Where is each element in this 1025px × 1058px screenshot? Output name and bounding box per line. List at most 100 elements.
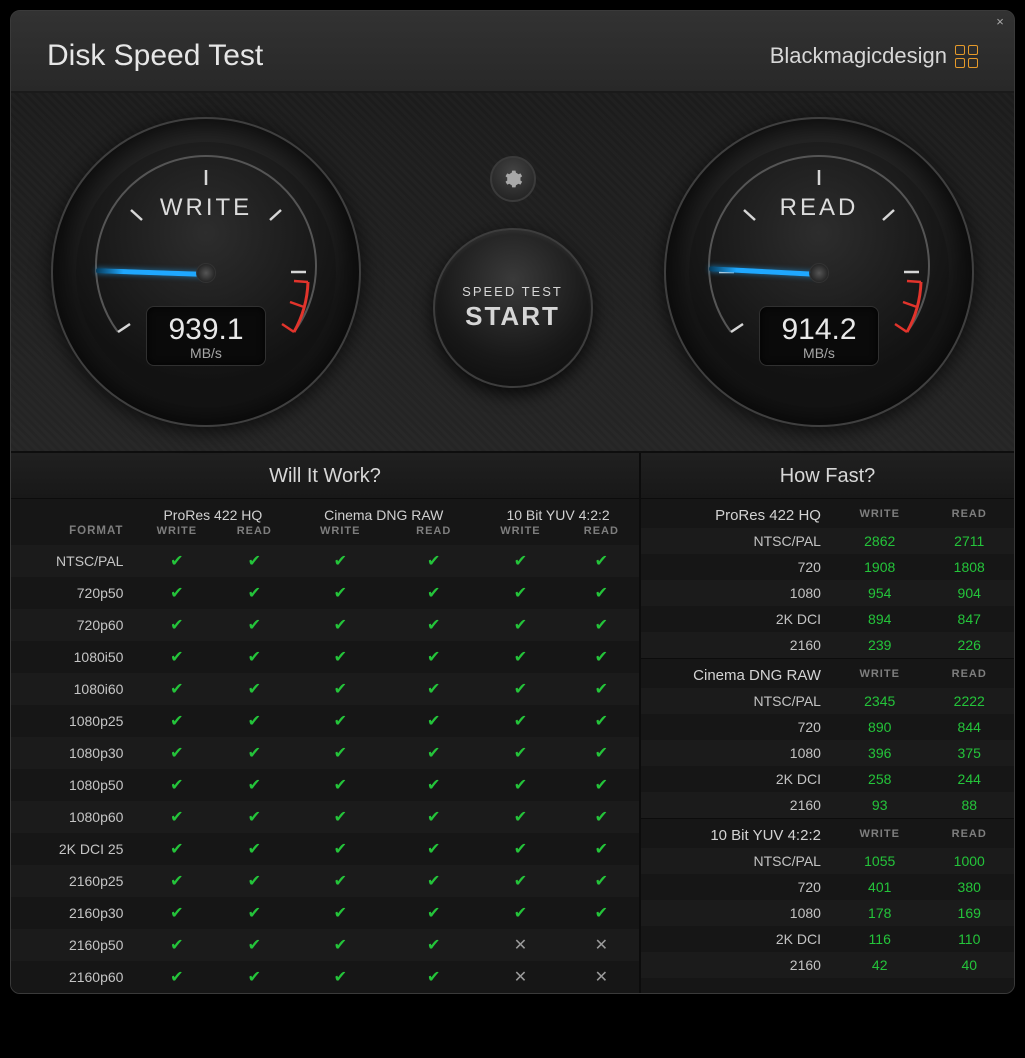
write-fps-value: 890 [835,714,925,740]
check-icon: ✔ [564,865,639,897]
check-icon: ✔ [390,833,477,865]
table-row: NTSC/PAL28622711 [641,528,1014,554]
format-label: 1080 [641,740,835,766]
check-icon: ✔ [290,705,390,737]
format-label: 720 [641,874,835,900]
check-icon: ✔ [218,865,290,897]
check-icon: ✔ [218,545,290,577]
check-icon: ✔ [135,865,218,897]
check-icon: ✔ [390,801,477,833]
check-icon: ✔ [218,705,290,737]
format-label: 720p50 [11,577,135,609]
check-icon: ✔ [218,961,290,993]
format-label: 1080p30 [11,737,135,769]
close-button[interactable]: × [992,15,1008,31]
table-row: 2K DCI 25✔✔✔✔✔✔ [11,833,639,865]
format-label: NTSC/PAL [641,848,835,874]
table-row: 720p60✔✔✔✔✔✔ [11,609,639,641]
write-fps-value: 239 [835,632,925,659]
sub-header: WRITE [135,525,218,545]
table-row: 720401380 [641,874,1014,900]
write-fps-value: 42 [835,952,925,978]
check-icon: ✔ [135,929,218,961]
codec-header: ProRes 422 HQ [135,499,290,525]
sub-header: READ [924,499,1014,528]
will-it-work-panel: Will It Work? ProRes 422 HQ Cinema DNG R… [11,453,641,993]
format-label: NTSC/PAL [641,688,835,714]
settings-button[interactable] [490,156,536,202]
check-icon: ✔ [564,609,639,641]
codec-name: 10 Bit YUV 4:2:2 [641,819,835,849]
sub-header: WRITE [835,819,925,849]
brand-text: Blackmagicdesign [770,43,947,69]
sub-header: READ [924,659,1014,689]
check-icon: ✔ [390,577,477,609]
format-label: 1080p25 [11,705,135,737]
read-gauge-label: READ [689,194,949,222]
check-icon: ✔ [564,801,639,833]
check-icon: ✔ [477,737,564,769]
table-row: 720p50✔✔✔✔✔✔ [11,577,639,609]
format-label: 2160p30 [11,897,135,929]
check-icon: ✔ [290,897,390,929]
format-label: 1080i50 [11,641,135,673]
read-fps-value: 40 [924,952,1014,978]
start-button[interactable]: SPEED TEST START [433,228,593,388]
check-icon: ✔ [477,801,564,833]
write-gauge-unit: MB/s [167,345,245,361]
read-fps-value: 2711 [924,528,1014,554]
codec-section-header: ProRes 422 HQWRITEREAD [641,499,1014,528]
check-icon: ✔ [390,545,477,577]
check-icon: ✔ [290,833,390,865]
check-icon: ✔ [477,609,564,641]
will-it-work-title: Will It Work? [11,453,639,499]
table-row: 1080954904 [641,580,1014,606]
check-icon: ✔ [390,897,477,929]
gear-icon [503,169,523,189]
check-icon: ✔ [390,929,477,961]
cross-icon: ✕ [477,961,564,993]
read-fps-value: 380 [924,874,1014,900]
check-icon: ✔ [135,609,218,641]
format-label: 2K DCI [641,606,835,632]
table-row: 1080178169 [641,900,1014,926]
check-icon: ✔ [290,865,390,897]
read-gauge-value: 914.2 [780,313,858,347]
check-icon: ✔ [390,961,477,993]
format-label: 2160 [641,952,835,978]
tables-area: Will It Work? ProRes 422 HQ Cinema DNG R… [11,453,1014,993]
write-fps-value: 396 [835,740,925,766]
table-row: 1080p30✔✔✔✔✔✔ [11,737,639,769]
read-fps-value: 1000 [924,848,1014,874]
read-fps-value: 904 [924,580,1014,606]
check-icon: ✔ [477,833,564,865]
format-header: FORMAT [11,525,135,545]
table-row: 72019081808 [641,554,1014,580]
read-fps-value: 375 [924,740,1014,766]
app-window: × Disk Speed Test Blackmagicdesign [10,10,1015,994]
how-fast-panel: How Fast? ProRes 422 HQWRITEREADNTSC/PAL… [641,453,1014,993]
check-icon: ✔ [135,737,218,769]
write-gauge-value: 939.1 [167,313,245,347]
read-gauge-readout: 914.2 MB/s [759,306,879,366]
check-icon: ✔ [135,705,218,737]
check-icon: ✔ [218,929,290,961]
app-title: Disk Speed Test [47,39,263,73]
format-label: 2K DCI 25 [11,833,135,865]
table-row: 21604240 [641,952,1014,978]
write-fps-value: 894 [835,606,925,632]
check-icon: ✔ [218,577,290,609]
check-icon: ✔ [477,641,564,673]
check-icon: ✔ [290,545,390,577]
check-icon: ✔ [564,641,639,673]
check-icon: ✔ [564,769,639,801]
write-fps-value: 2345 [835,688,925,714]
check-icon: ✔ [477,577,564,609]
write-fps-value: 401 [835,874,925,900]
check-icon: ✔ [135,641,218,673]
table-row: NTSC/PAL✔✔✔✔✔✔ [11,545,639,577]
check-icon: ✔ [477,897,564,929]
check-icon: ✔ [564,545,639,577]
format-label: 2160p50 [11,929,135,961]
check-icon: ✔ [135,577,218,609]
